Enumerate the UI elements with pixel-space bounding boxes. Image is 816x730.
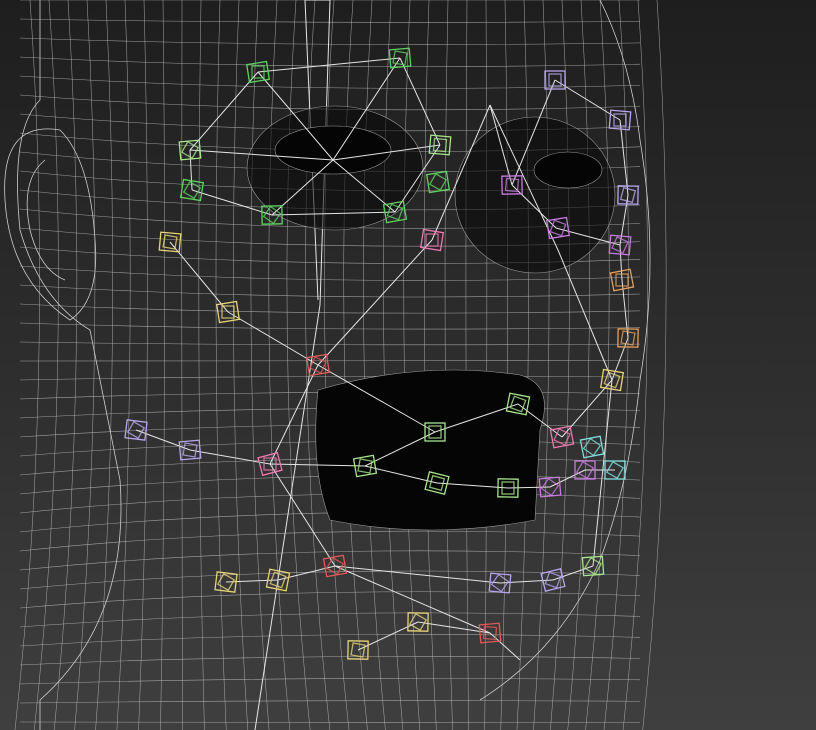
mesh-edge — [19, 37, 641, 45]
mesh-edge — [19, 375, 641, 381]
ear-outline — [4, 128, 97, 321]
mesh-edge — [603, 0, 629, 730]
mesh-edge — [19, 612, 641, 628]
mesh-edge — [516, 0, 529, 730]
mesh-edge — [642, 0, 667, 730]
mesh-edge — [533, 0, 550, 730]
rig-link — [257, 57, 401, 73]
mesh-edge — [19, 721, 641, 724]
mesh-edge — [14, 0, 40, 730]
mesh-edge — [19, 303, 641, 314]
mesh-edge — [233, 0, 249, 730]
rig-link — [334, 565, 501, 584]
mesh-edge — [74, 0, 96, 730]
mesh-edge — [138, 0, 148, 730]
rig-link — [489, 632, 521, 661]
mesh-edge — [19, 656, 641, 666]
mesh-edge — [19, 75, 641, 89]
right-eye-inner — [533, 151, 603, 189]
mesh-edge — [250, 0, 270, 730]
rig-link — [189, 71, 259, 151]
mesh-edge — [19, 591, 641, 609]
rig-link — [334, 565, 491, 634]
rig-link — [227, 311, 319, 366]
mesh-edge — [19, 678, 641, 685]
right-eye-socket — [454, 116, 616, 274]
mesh-edge — [550, 0, 570, 730]
dense-mesh-features — [246, 105, 616, 531]
mesh-edge — [19, 341, 641, 346]
mesh-edge — [181, 0, 183, 730]
mesh-edge — [19, 322, 641, 330]
mesh-edge — [19, 18, 641, 23]
eyelid-ctrl-l5[interactable] — [425, 170, 451, 194]
mesh-edge — [34, 0, 59, 730]
rig-link — [357, 621, 419, 651]
rig-link — [619, 244, 623, 281]
rig-link — [317, 239, 433, 366]
left-eye-inner — [274, 125, 392, 175]
rig-link — [189, 149, 193, 191]
mesh-edge — [198, 0, 205, 730]
mesh-edge — [19, 530, 641, 552]
mesh-edge — [95, 0, 113, 730]
rig-link — [619, 194, 629, 246]
wireframe-head-render[interactable] — [0, 0, 816, 730]
mesh-edge — [160, 0, 165, 730]
mesh-edge — [19, 284, 641, 298]
mesh-edge — [19, 700, 641, 704]
mesh-edge — [19, 634, 641, 647]
rig-link — [269, 364, 319, 465]
mesh-edge — [19, 360, 641, 362]
mesh-edge — [567, 0, 590, 730]
rig-link — [189, 449, 271, 465]
3d-viewport[interactable] — [0, 0, 816, 730]
lip-ctrl-9[interactable] — [579, 435, 605, 459]
